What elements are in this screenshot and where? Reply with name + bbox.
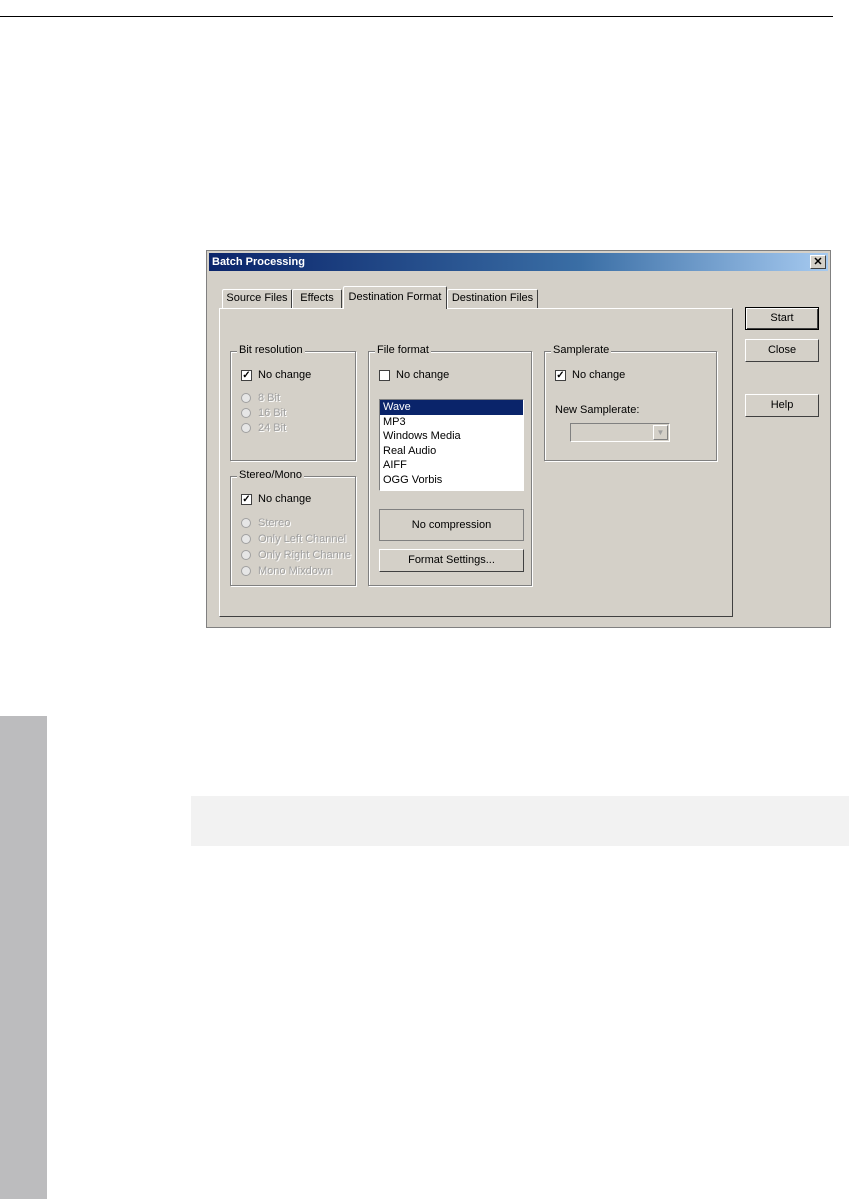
tab-label: Destination Format (348, 291, 442, 303)
stereo-mono-no-change-checkbox[interactable]: ✓ (241, 494, 252, 505)
radio-label: Only Left Channel (258, 533, 347, 545)
radio-label: Only Right Channe (258, 549, 351, 561)
tab-panel-destination-format: Bit resolution ✓ No change 8 Bit 16 Bit … (219, 308, 733, 617)
help-button[interactable]: Help (745, 394, 819, 417)
radio-label: 8 Bit (258, 392, 281, 404)
list-item-wave[interactable]: Wave (380, 400, 523, 415)
file-format-group: File format No change Wave MP3 Windows M… (368, 344, 532, 586)
tab-label: Destination Files (451, 292, 534, 304)
tab-effects[interactable]: Effects (292, 289, 342, 308)
stereo-mono-group: Stereo/Mono ✓ No change Stereo Only Left… (230, 469, 356, 586)
new-samplerate-select[interactable]: ▼ (570, 423, 670, 442)
group-label: Bit resolution (237, 344, 305, 356)
radio-8-bit[interactable] (241, 393, 251, 403)
radio-label: 16 Bit (258, 407, 287, 419)
list-item-aiff[interactable]: AIFF (380, 458, 523, 473)
start-button[interactable]: Start (745, 307, 819, 330)
bit-resolution-no-change-checkbox[interactable]: ✓ (241, 370, 252, 381)
tab-destination-format[interactable]: Destination Format (343, 286, 447, 309)
dialog-titlebar: Batch Processing ✕ (209, 253, 828, 271)
page-note-band (191, 796, 849, 846)
page-side-bar (0, 716, 47, 1199)
bit-resolution-group: Bit resolution ✓ No change 8 Bit 16 Bit … (230, 344, 356, 461)
list-item-mp3[interactable]: MP3 (380, 415, 523, 430)
compression-label: No compression (411, 519, 492, 531)
dialog-title: Batch Processing (212, 256, 305, 268)
chevron-down-icon[interactable]: ▼ (653, 425, 668, 440)
radio-16-bit[interactable] (241, 408, 251, 418)
radio-only-left-channel[interactable] (241, 534, 251, 544)
new-samplerate-label: New Samplerate: (555, 404, 640, 416)
file-format-listbox[interactable]: Wave MP3 Windows Media Real Audio AIFF O… (379, 399, 524, 491)
tab-label: Effects (300, 292, 334, 304)
radio-stereo[interactable] (241, 518, 251, 528)
radio-only-right-channel[interactable] (241, 550, 251, 560)
group-label: Stereo/Mono (237, 469, 304, 481)
format-settings-button[interactable]: Format Settings... (379, 549, 524, 572)
radio-label: 24 Bit (258, 422, 287, 434)
samplerate-no-change-checkbox[interactable]: ✓ (555, 370, 566, 381)
tab-label: Source Files (226, 292, 288, 304)
page-top-rule (0, 16, 833, 17)
tab-source-files[interactable]: Source Files (222, 289, 292, 308)
compression-display: No compression (379, 509, 524, 541)
group-label: File format (375, 344, 431, 356)
close-button[interactable]: Close (745, 339, 819, 362)
samplerate-group: Samplerate ✓ No change New Samplerate: ▼ (544, 344, 717, 461)
list-item-ogg-vorbis[interactable]: OGG Vorbis (380, 473, 523, 488)
radio-mono-mixdown[interactable] (241, 566, 251, 576)
checkbox-label: No change (572, 369, 626, 381)
list-item-windows-media[interactable]: Windows Media (380, 429, 523, 444)
radio-24-bit[interactable] (241, 423, 251, 433)
checkbox-label: No change (396, 369, 450, 381)
radio-label: Stereo (258, 517, 291, 529)
tab-destination-files[interactable]: Destination Files (447, 289, 538, 308)
group-label: Samplerate (551, 344, 612, 356)
list-item-real-audio[interactable]: Real Audio (380, 444, 523, 459)
batch-processing-dialog: Batch Processing ✕ Source Files Effects … (206, 250, 831, 628)
checkbox-label: No change (258, 369, 312, 381)
close-icon[interactable]: ✕ (810, 255, 826, 269)
radio-label: Mono Mixdown (258, 565, 332, 577)
checkbox-label: No change (258, 493, 312, 505)
file-format-no-change-checkbox[interactable] (379, 370, 390, 381)
